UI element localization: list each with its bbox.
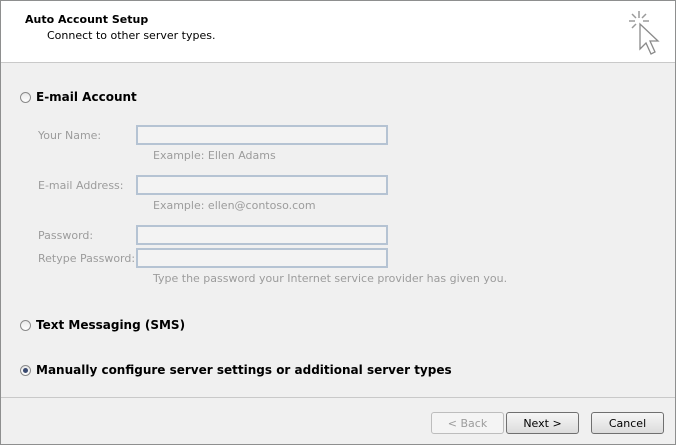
next-button[interactable]: Next > bbox=[506, 412, 579, 434]
manual-configure-label: Manually configure server settings or ad… bbox=[36, 363, 452, 377]
manual-configure-option[interactable]: Manually configure server settings or ad… bbox=[20, 363, 452, 377]
email-account-label: E-mail Account bbox=[36, 90, 137, 104]
password-label: Password: bbox=[38, 229, 94, 242]
text-messaging-option[interactable]: Text Messaging (SMS) bbox=[20, 318, 185, 332]
your-name-field[interactable] bbox=[136, 125, 388, 145]
retype-password-field[interactable] bbox=[136, 248, 388, 268]
cancel-button[interactable]: Cancel bbox=[591, 412, 664, 434]
page-subtitle: Connect to other server types. bbox=[47, 29, 216, 42]
password-field[interactable] bbox=[136, 225, 388, 245]
email-account-option[interactable]: E-mail Account bbox=[20, 90, 137, 104]
password-hint: Type the password your Internet service … bbox=[153, 272, 508, 285]
your-name-hint: Example: Ellen Adams bbox=[153, 149, 276, 162]
email-address-hint: Example: ellen@contoso.com bbox=[153, 199, 316, 212]
retype-password-label: Retype Password: bbox=[38, 252, 136, 265]
email-address-field[interactable] bbox=[136, 175, 388, 195]
manual-configure-radio[interactable] bbox=[20, 364, 31, 376]
auto-account-setup-dialog: Auto Account Setup Connect to other serv… bbox=[0, 0, 676, 445]
page-title: Auto Account Setup bbox=[25, 13, 149, 26]
email-account-radio[interactable] bbox=[20, 91, 31, 103]
email-address-label: E-mail Address: bbox=[38, 179, 124, 192]
your-name-label: Your Name: bbox=[38, 129, 102, 142]
back-button[interactable]: < Back bbox=[431, 412, 504, 434]
text-messaging-label: Text Messaging (SMS) bbox=[36, 318, 186, 332]
wizard-cursor-icon bbox=[629, 11, 660, 55]
text-messaging-radio[interactable] bbox=[20, 319, 31, 331]
footer-divider bbox=[1, 397, 675, 398]
header-panel: Auto Account Setup Connect to other serv… bbox=[1, 1, 675, 63]
